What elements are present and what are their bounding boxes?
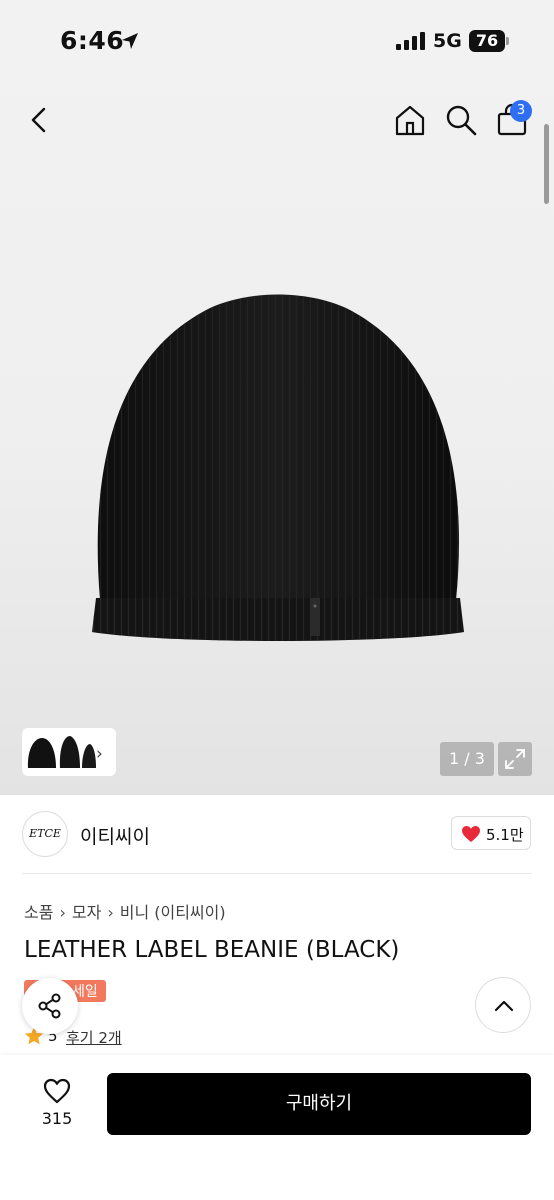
expand-icon[interactable] [498, 742, 532, 776]
product-image [92, 294, 464, 641]
wishlist-count: 315 [41, 1109, 73, 1128]
image-counter: 1 / 3 [440, 742, 494, 776]
battery-level: 76 [475, 31, 499, 50]
brand-logo[interactable]: ETCE [22, 811, 68, 857]
breadcrumb-item[interactable]: 소품 [24, 903, 53, 922]
buy-button[interactable]: 구매하기 [107, 1073, 531, 1135]
share-icon [38, 993, 61, 1019]
product-title: LEATHER LABEL BEANIE (BLACK) [24, 937, 400, 963]
cellular-signal-icon [396, 32, 425, 50]
scroll-indicator [544, 124, 549, 204]
scroll-top-button[interactable] [475, 977, 531, 1033]
chevron-right-icon: › [107, 903, 114, 922]
thumbnail-image [27, 736, 96, 768]
breadcrumb: 소품 › 모자 › 비니 (이티씨이) [24, 899, 226, 923]
brand-like-count: 5.1만 [486, 826, 524, 844]
network-type: 5G [433, 30, 462, 52]
search-icon[interactable] [444, 103, 478, 137]
chevron-right-icon: › [59, 903, 66, 922]
battery-icon: 76 [469, 30, 509, 52]
breadcrumb-item[interactable]: 비니 (이티씨이) [120, 903, 226, 922]
heart-icon [462, 826, 480, 842]
home-icon[interactable] [392, 102, 428, 138]
cart-count-badge: 3 [510, 100, 532, 122]
location-arrow-icon [122, 33, 138, 49]
brand-like-button[interactable]: 5.1만 [451, 816, 531, 850]
status-time: 6:46 [60, 26, 125, 55]
chevron-right-icon[interactable]: › [96, 744, 103, 764]
brand-name[interactable]: 이티씨이 [80, 822, 150, 849]
chevron-up-icon [494, 1000, 514, 1012]
back-icon[interactable] [24, 104, 56, 136]
share-button[interactable] [22, 978, 78, 1034]
breadcrumb-item[interactable]: 모자 [72, 903, 101, 922]
status-bar: 6:46 5G 76 [0, 0, 554, 82]
reviews-link[interactable]: 후기 2개 [66, 1027, 122, 1048]
heart-icon[interactable] [42, 1077, 72, 1105]
divider [22, 873, 532, 874]
